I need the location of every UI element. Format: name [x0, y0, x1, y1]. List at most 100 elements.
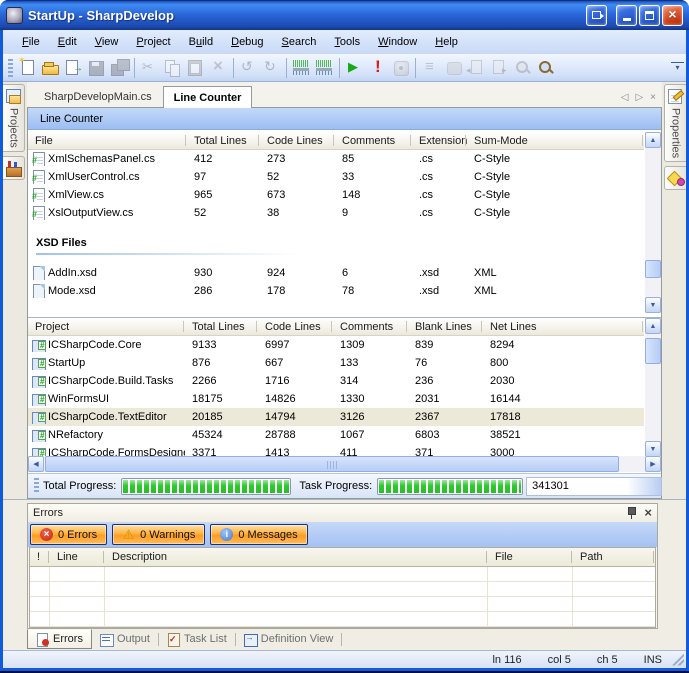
menu-tools[interactable]: Tools: [325, 33, 369, 51]
sidebar-tab-properties[interactable]: Properties: [664, 84, 686, 162]
scroll-down-icon[interactable]: ▼: [645, 441, 661, 457]
projects-scrollbar[interactable]: ▲ ▼: [645, 318, 661, 457]
file-import-icon[interactable]: [62, 56, 85, 80]
column-header-comments[interactable]: Comments: [335, 132, 412, 149]
column-header-description[interactable]: Description: [105, 548, 488, 566]
sidebar-tab-tools[interactable]: [664, 166, 686, 190]
column-header-sum-mode[interactable]: Sum-Mode: [467, 132, 644, 149]
table-row[interactable]: XmlSchemasPanel.cs41227385.csC-Style: [28, 150, 644, 168]
column-header-path[interactable]: Path: [573, 548, 655, 566]
column-header-comments[interactable]: Comments: [333, 318, 408, 335]
bottom-tab-task-list[interactable]: Task List: [159, 629, 235, 649]
progress-toolbar-grip[interactable]: [34, 478, 39, 494]
column-header-file[interactable]: File: [488, 548, 573, 566]
search-icon[interactable]: [534, 56, 557, 80]
files-scrollbar-thumb[interactable]: [645, 260, 661, 278]
find-references-icon[interactable]: [511, 56, 534, 80]
column-header-code-lines[interactable]: Code Lines: [260, 132, 335, 149]
table-row[interactable]: ICSharpCode.Core9133699713098398294: [28, 336, 644, 354]
sidebar-tab-projects[interactable]: Projects: [3, 84, 25, 152]
new-file-icon[interactable]: [16, 56, 39, 80]
table-row[interactable]: StartUp87666713376800: [28, 354, 644, 372]
toolbar-grip[interactable]: [8, 59, 13, 77]
scroll-right-icon[interactable]: ▶: [645, 456, 661, 472]
horizontal-scrollbar[interactable]: ◀ ▶: [28, 456, 661, 472]
redo-icon[interactable]: [260, 56, 283, 80]
filter-button-0-errors[interactable]: 0 Errors: [30, 524, 107, 545]
menu-edit[interactable]: Edit: [49, 33, 86, 51]
undock-button[interactable]: [586, 5, 607, 26]
filter-button-0-warnings[interactable]: 0 Warnings: [112, 524, 205, 545]
column-header-line[interactable]: Line: [50, 548, 105, 566]
tab-sharpdevelopmain-cs[interactable]: SharpDevelopMain.cs: [33, 86, 163, 107]
maximize-button[interactable]: [639, 5, 660, 26]
menu-project[interactable]: Project: [127, 33, 179, 51]
build-icon[interactable]: [290, 56, 313, 80]
filter-button-0-messages[interactable]: 0 Messages: [210, 524, 307, 545]
scroll-tabs-right-icon[interactable]: ▷: [635, 93, 643, 103]
rebuild-icon[interactable]: [313, 56, 336, 80]
files-scrollbar[interactable]: ▲ ▼: [645, 132, 661, 313]
column-header-code-lines[interactable]: Code Lines: [258, 318, 333, 335]
tab-line-counter[interactable]: Line Counter: [163, 86, 253, 108]
menu-window[interactable]: Window: [369, 33, 426, 51]
title-bar[interactable]: StartUp - SharpDevelop: [0, 0, 689, 30]
undo-icon[interactable]: [237, 56, 260, 80]
close-tab-icon[interactable]: ×: [650, 93, 656, 103]
copy-icon[interactable]: [161, 56, 184, 80]
run-icon[interactable]: [343, 56, 366, 80]
resize-grip[interactable]: [672, 654, 684, 666]
list-icon[interactable]: [419, 56, 442, 80]
stop-icon[interactable]: [389, 56, 412, 80]
column-header-net-lines[interactable]: Net Lines: [483, 318, 644, 335]
menu-view[interactable]: View: [86, 33, 128, 51]
scroll-up-icon[interactable]: ▲: [645, 318, 661, 334]
projects-scrollbar-thumb[interactable]: [645, 338, 661, 364]
sidebar-tab-toolbox[interactable]: [3, 156, 25, 180]
table-row[interactable]: XmlView.cs965673148.csC-Style: [28, 186, 644, 204]
table-row[interactable]: XslOutputView.cs52389.csC-Style: [28, 204, 644, 222]
breakpoint-icon[interactable]: [366, 56, 389, 80]
table-row[interactable]: WinFormsUI18175148261330203116144: [28, 390, 644, 408]
menu-debug[interactable]: Debug: [222, 33, 272, 51]
column-header-file[interactable]: File: [28, 132, 187, 149]
table-row[interactable]: ICSharpCode.TextEditor201851479431262367…: [28, 408, 644, 426]
table-row[interactable]: XmlUserControl.cs975233.csC-Style: [28, 168, 644, 186]
pin-icon[interactable]: [626, 507, 636, 519]
scroll-left-icon[interactable]: ◀: [28, 456, 44, 472]
bottom-tab-errors[interactable]: Errors: [27, 629, 92, 649]
save-icon[interactable]: [85, 56, 108, 80]
scroll-tabs-left-icon[interactable]: ◁: [621, 93, 629, 103]
prev-bookmark-icon[interactable]: [465, 56, 488, 80]
close-button[interactable]: [662, 5, 683, 26]
save-all-icon[interactable]: [108, 56, 131, 80]
horizontal-scrollbar-thumb[interactable]: [45, 456, 619, 472]
menu-help[interactable]: Help: [426, 33, 467, 51]
table-row[interactable]: ICSharpCode.Build.Tasks22661716314236203…: [28, 372, 644, 390]
column-header-total-lines[interactable]: Total Lines: [187, 132, 260, 149]
minimize-button[interactable]: [616, 5, 637, 26]
column-header-project[interactable]: Project: [28, 318, 185, 335]
delete-icon[interactable]: [207, 56, 230, 80]
bottom-tab-output[interactable]: Output: [92, 629, 158, 649]
scroll-down-icon[interactable]: ▼: [645, 297, 661, 313]
cut-icon[interactable]: [138, 56, 161, 80]
scroll-up-icon[interactable]: ▲: [645, 132, 661, 148]
next-bookmark-icon[interactable]: [488, 56, 511, 80]
column-header-total-lines[interactable]: Total Lines: [185, 318, 258, 335]
menu-file[interactable]: File: [13, 33, 49, 51]
close-panel-icon[interactable]: [644, 506, 652, 520]
toolbar-overflow-button[interactable]: ▾: [671, 62, 684, 73]
paste-icon[interactable]: [184, 56, 207, 80]
column-header-[interactable]: !: [30, 548, 50, 566]
table-row[interactable]: NRefactory45324287881067680338521: [28, 426, 644, 444]
table-row[interactable]: Mode.xsd28617878.xsdXML: [28, 282, 644, 300]
column-header-blank-lines[interactable]: Blank Lines: [408, 318, 483, 335]
bottom-tab-definition-view[interactable]: Definition View: [236, 629, 342, 649]
menu-search[interactable]: Search: [273, 33, 326, 51]
region-icon[interactable]: [442, 56, 465, 80]
menu-build[interactable]: Build: [180, 33, 222, 51]
table-row[interactable]: AddIn.xsd9309246.xsdXML: [28, 264, 644, 282]
column-header-extension[interactable]: Extension: [412, 132, 467, 149]
open-file-icon[interactable]: [39, 56, 62, 80]
